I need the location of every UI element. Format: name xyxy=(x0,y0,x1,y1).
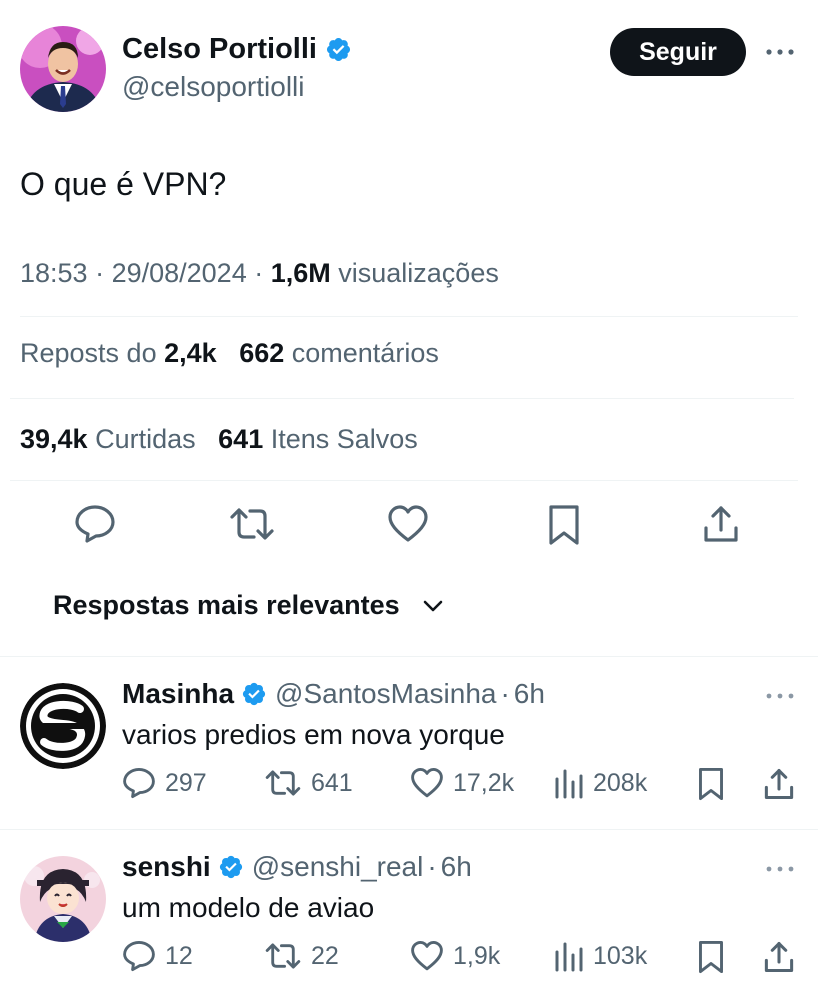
more-icon[interactable] xyxy=(764,857,796,881)
reply-comment-action[interactable]: 297 xyxy=(122,767,207,799)
reply-like-action[interactable]: 17,2k xyxy=(410,767,514,799)
saves-label: Itens Salvos xyxy=(270,424,418,454)
reposts-label: Reposts do xyxy=(20,338,157,368)
reply-separator: · xyxy=(427,851,437,882)
like-icon xyxy=(410,767,444,799)
chevron-down-icon xyxy=(422,599,444,613)
reply-repost-count: 641 xyxy=(311,768,353,797)
verified-badge-icon xyxy=(241,681,267,707)
likes-stat[interactable]: 39,4k Curtidas xyxy=(20,424,196,454)
reply-views-count: 208k xyxy=(593,768,648,797)
author-name-text: Celso Portiolli xyxy=(122,33,317,65)
reply-repost-count: 22 xyxy=(311,941,339,970)
reply-icon[interactable] xyxy=(74,504,116,544)
views-label: visualizações xyxy=(338,258,499,288)
reply-avatar[interactable] xyxy=(20,856,106,942)
reply-comment-count: 297 xyxy=(165,768,207,797)
tweet-text: O que é VPN? xyxy=(20,166,227,202)
reply-author-handle[interactable]: @senshi_real xyxy=(252,851,424,883)
replies-sort-selector[interactable]: Respostas mais relevantes xyxy=(53,590,444,621)
divider xyxy=(0,656,818,657)
meta-separator: · xyxy=(246,258,271,288)
comments-label: comentários xyxy=(291,338,439,368)
reply-like-action[interactable]: 1,9k xyxy=(410,940,500,972)
comments-count: 662 xyxy=(239,338,285,368)
views-icon xyxy=(554,940,584,972)
meta-separator: · xyxy=(87,258,112,288)
more-icon[interactable] xyxy=(764,684,796,708)
reply-repost-action[interactable]: 22 xyxy=(264,940,339,972)
author-handle[interactable]: @celsoportiolli xyxy=(122,71,305,103)
author-avatar[interactable] xyxy=(20,26,106,112)
reposts-comments-stats: Reposts do 2,4k 662 comentários xyxy=(20,338,439,369)
reply-like-count: 17,2k xyxy=(453,768,515,797)
reply-avatar[interactable] xyxy=(20,683,106,769)
repost-icon[interactable] xyxy=(228,504,276,544)
likes-count: 39,4k xyxy=(20,424,88,454)
reply-time[interactable]: 6h xyxy=(441,851,472,883)
saves-stat[interactable]: 641 Itens Salvos xyxy=(218,424,418,454)
divider xyxy=(20,316,798,317)
reply-comment-action[interactable]: 12 xyxy=(122,940,193,972)
reply-icon xyxy=(122,940,156,972)
tweet-time[interactable]: 18:53 xyxy=(20,258,88,288)
reply-text: varios predios em nova yorque xyxy=(122,719,505,750)
reply-views-action[interactable]: 103k xyxy=(554,940,647,972)
saves-count: 641 xyxy=(218,424,264,454)
views-icon xyxy=(554,767,584,799)
tweet-date[interactable]: 29/08/2024 xyxy=(112,258,247,288)
likes-saves-stats: 39,4k Curtidas 641 Itens Salvos xyxy=(20,424,418,455)
reply-text: um modelo de aviao xyxy=(122,892,375,923)
reply-repost-action[interactable]: 641 xyxy=(264,767,353,799)
bookmark-icon[interactable] xyxy=(547,504,581,546)
comments-stat[interactable]: 662 comentários xyxy=(239,338,439,368)
reposts-count: 2,4k xyxy=(164,338,217,368)
views-count: 1,6M xyxy=(270,258,331,288)
bookmark-icon[interactable] xyxy=(697,767,725,801)
sort-label: Respostas mais relevantes xyxy=(53,590,400,620)
more-icon[interactable] xyxy=(764,40,796,64)
reply-like-count: 1,9k xyxy=(453,941,501,970)
verified-badge-icon xyxy=(325,36,352,63)
share-icon[interactable] xyxy=(702,504,740,544)
repost-icon xyxy=(264,940,302,972)
reply-author-handle[interactable]: @SantosMasinha xyxy=(275,678,496,710)
verified-badge-icon xyxy=(218,854,244,880)
reply-views-count: 103k xyxy=(593,941,648,970)
like-icon[interactable] xyxy=(387,504,429,544)
reply-icon xyxy=(122,767,156,799)
reply-views-action[interactable]: 208k xyxy=(554,767,647,799)
share-icon[interactable] xyxy=(763,940,795,974)
reply-author-name[interactable]: Masinha xyxy=(122,678,234,710)
divider xyxy=(0,829,818,830)
reply-time[interactable]: 6h xyxy=(514,678,545,710)
reply-author-name[interactable]: senshi xyxy=(122,851,211,883)
bookmark-icon[interactable] xyxy=(697,940,725,974)
divider xyxy=(10,480,798,481)
like-icon xyxy=(410,940,444,972)
author-name[interactable]: Celso Portiolli xyxy=(122,33,352,66)
reply-comment-count: 12 xyxy=(165,941,193,970)
reply-header: senshi @senshi_real · 6h xyxy=(122,851,472,883)
likes-label: Curtidas xyxy=(95,424,196,454)
share-icon[interactable] xyxy=(763,767,795,801)
follow-button[interactable]: Seguir xyxy=(610,28,746,76)
reposts-stat[interactable]: Reposts do 2,4k xyxy=(20,338,217,368)
tweet-meta: 18:53 · 29/08/2024 · 1,6M visualizações xyxy=(20,258,499,289)
repost-icon xyxy=(264,767,302,799)
divider xyxy=(10,398,794,399)
reply-header: Masinha @SantosMasinha · 6h xyxy=(122,678,545,710)
reply-separator: · xyxy=(500,678,510,709)
